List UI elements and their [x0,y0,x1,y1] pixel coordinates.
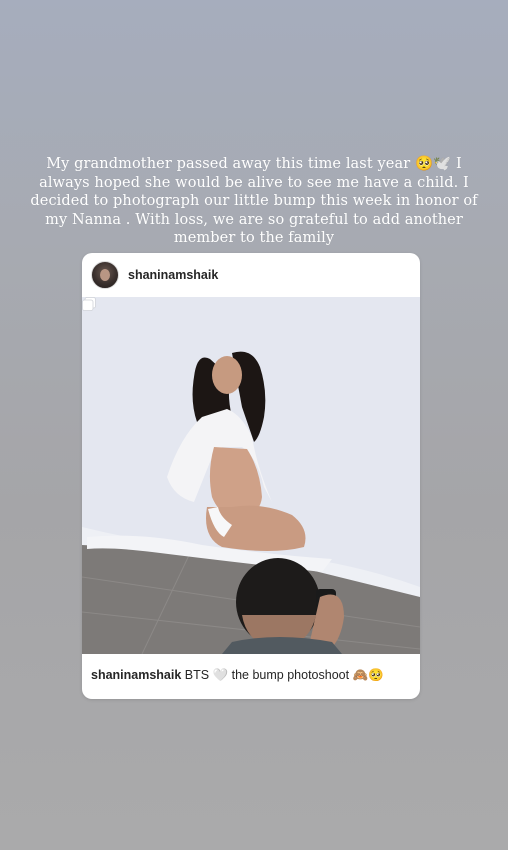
carousel-icon [82,297,96,311]
post-username[interactable]: shaninamshaik [128,268,218,282]
profile-avatar[interactable] [91,261,119,289]
caption-text: BTS 🤍 the bump photoshoot 🙈🥺 [181,668,384,682]
post-photo[interactable] [82,297,420,654]
post-header[interactable]: shaninamshaik [82,253,420,297]
story-caption-text: My grandmother passed away this time las… [30,156,478,246]
shared-post-card[interactable]: shaninamshaik shaninamshaik BTS 🤍 the bu… [82,253,420,699]
caption-username[interactable]: shaninamshaik [91,668,181,682]
photoshoot-image [82,297,420,654]
post-caption: shaninamshaik BTS 🤍 the bump photoshoot … [91,668,411,683]
